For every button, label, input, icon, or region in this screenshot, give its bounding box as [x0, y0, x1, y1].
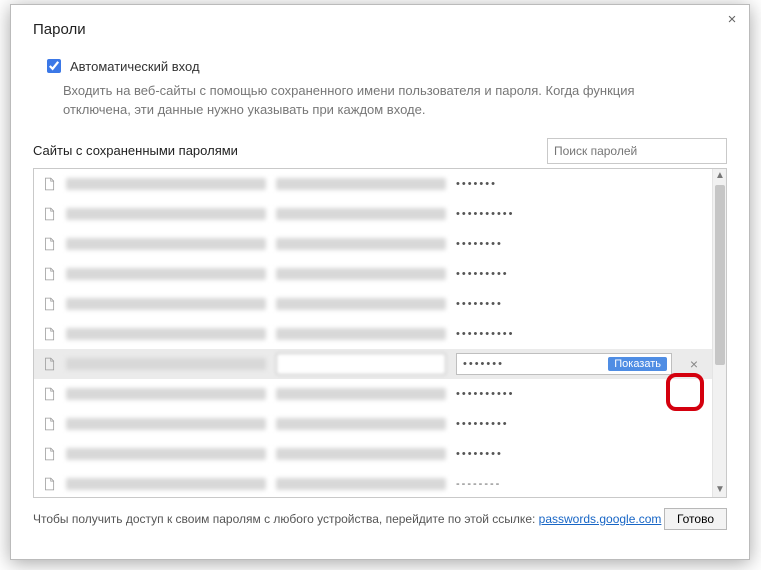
delete-entry-icon[interactable]: × [684, 354, 704, 374]
show-password-button[interactable]: Показать [608, 357, 667, 371]
password-row[interactable]: ••••••••• [34, 409, 712, 439]
password-row[interactable]: •••••••••• [34, 319, 712, 349]
username-cell [276, 238, 446, 250]
site-cell [66, 268, 266, 280]
file-icon [42, 417, 56, 431]
username-cell [276, 328, 446, 340]
password-row[interactable]: ••••••• Показать × [34, 349, 712, 379]
username-cell [276, 418, 446, 430]
site-cell [66, 358, 266, 370]
password-field[interactable]: ••••••• Показать [456, 353, 672, 375]
username-cell [276, 208, 446, 220]
site-cell [66, 388, 266, 400]
auto-signin-checkbox[interactable] [47, 59, 61, 73]
done-button[interactable]: Готово [664, 508, 727, 530]
site-cell [66, 238, 266, 250]
password-masked: •••••••••• [456, 328, 704, 340]
file-icon [42, 477, 56, 491]
password-row[interactable]: •••••••••• [34, 379, 712, 409]
site-cell [66, 448, 266, 460]
password-masked: •••••••••• [456, 388, 704, 400]
password-row[interactable]: •••••••• [34, 229, 712, 259]
scroll-down-icon[interactable]: ▼ [713, 483, 727, 497]
file-icon [42, 297, 56, 311]
footer-text: Чтобы получить доступ к своим паролям с … [33, 512, 661, 526]
username-cell[interactable] [276, 353, 446, 375]
scroll-up-icon[interactable]: ▲ [713, 169, 727, 183]
auto-signin-label: Автоматический вход [70, 59, 200, 74]
password-masked: •••••••••• [456, 208, 704, 220]
password-masked: •••••••• [456, 298, 704, 310]
file-icon [42, 207, 56, 221]
password-row[interactable]: •••••••••• [34, 199, 712, 229]
password-row[interactable]: ••••••• [34, 169, 712, 199]
scroll-thumb[interactable] [715, 185, 725, 365]
username-cell [276, 478, 446, 490]
site-cell [66, 418, 266, 430]
password-list: ••••••••••••••••••••••••••••••••••••••••… [33, 168, 727, 498]
file-icon [42, 267, 56, 281]
dialog-title: Пароли [33, 21, 727, 38]
site-cell [66, 208, 266, 220]
username-cell [276, 178, 446, 190]
username-cell [276, 388, 446, 400]
file-icon [42, 357, 56, 371]
auto-signin-description: Входить на веб-сайты с помощью сохраненн… [63, 82, 663, 120]
username-cell [276, 298, 446, 310]
password-masked: ••••••• [456, 178, 704, 190]
file-icon [42, 447, 56, 461]
passwords-dialog: × Пароли Автоматический вход Входить на … [10, 4, 750, 560]
password-row[interactable]: ••••••••• [34, 259, 712, 289]
search-passwords-input[interactable] [547, 138, 727, 164]
file-icon [42, 327, 56, 341]
username-cell [276, 448, 446, 460]
password-row[interactable]: •••••••• [34, 439, 712, 469]
list-scrollbar[interactable]: ▲ ▼ [712, 169, 726, 497]
site-cell [66, 298, 266, 310]
site-cell [66, 478, 266, 490]
file-icon [42, 237, 56, 251]
passwords-google-link[interactable]: passwords.google.com [539, 512, 662, 526]
password-row[interactable]: -------- [34, 469, 712, 497]
password-masked: ••••••••• [456, 418, 704, 430]
password-masked: ••••••• [463, 358, 602, 370]
file-icon [42, 177, 56, 191]
close-icon[interactable]: × [723, 11, 741, 29]
site-cell [66, 328, 266, 340]
password-masked: -------- [456, 478, 704, 490]
saved-passwords-heading: Сайты с сохраненными паролями [33, 143, 238, 158]
username-cell [276, 268, 446, 280]
password-row[interactable]: •••••••• [34, 289, 712, 319]
password-masked: •••••••• [456, 238, 704, 250]
site-cell [66, 178, 266, 190]
password-masked: •••••••• [456, 448, 704, 460]
password-masked: ••••••••• [456, 268, 704, 280]
file-icon [42, 387, 56, 401]
